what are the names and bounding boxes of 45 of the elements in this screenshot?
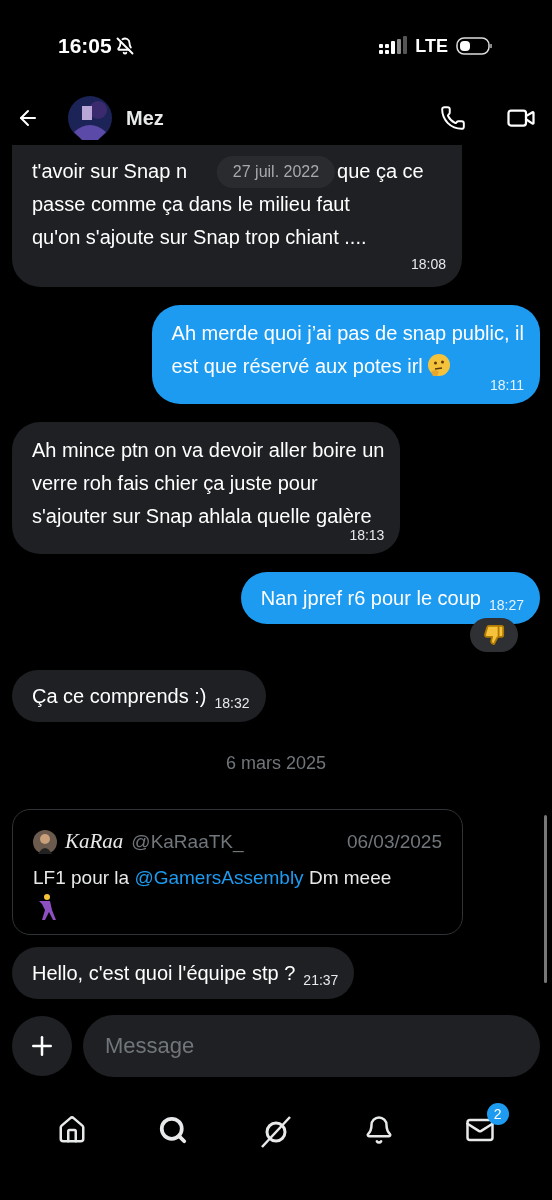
message-time: 18:27	[488, 596, 524, 615]
message-input[interactable]: Message	[83, 1015, 540, 1077]
message-time: 18:13	[349, 527, 385, 545]
message-text: passe comme ça dans le milieu faut qu'on s'ajoute sur Snap trop chiant ....	[32, 192, 368, 250]
thumbs-down-icon	[483, 624, 505, 646]
message-time: 18:11	[490, 376, 524, 395]
message-text: Ah merde quoi j’ai pas de snap public, il est que réservé aux potes irl	[171, 321, 524, 379]
network-label: LTE	[415, 34, 448, 58]
date-separator: 6 mars 2025	[225, 752, 327, 775]
message-time: 18:32	[214, 694, 250, 713]
dancer-icon	[37, 893, 57, 922]
post-date: 06/03/2025	[346, 829, 442, 854]
author-name: KaRaa	[65, 828, 124, 855]
message-time: 18:08	[410, 255, 446, 274]
avatar[interactable]	[68, 95, 112, 140]
message-text: t'avoir sur Snap n	[32, 159, 187, 184]
explore-tab[interactable]	[259, 1115, 293, 1149]
message-bubble[interactable]: Ça ce comprends :) 18:32	[12, 670, 266, 722]
author-avatar	[33, 829, 57, 854]
home-tab[interactable]	[57, 1115, 88, 1145]
add-button[interactable]	[12, 1016, 72, 1076]
message-bubble[interactable]: Ah mince ptn on va devoir aller boire un verre roh fais chier ça juste pour s'ajouter sur Snap ahlala quelle galère 18:13	[12, 422, 401, 554]
bell-off-icon	[115, 37, 134, 55]
author-handle: @KaRaaTK_	[131, 829, 244, 855]
phone-button[interactable]	[440, 104, 466, 131]
signal-icon	[379, 36, 408, 56]
message-text: Hello, c'est quoi l'équipe stp ?	[32, 960, 296, 986]
mention-link[interactable]: @GamersAssembly	[134, 866, 304, 888]
status-time: 16:05	[58, 33, 112, 60]
message-text: Ah mince ptn on va devoir aller boire un verre roh fais chier ça juste pour s'ajouter sur Snap ahlala quelle galère	[32, 438, 385, 529]
message-text: Nan jpref r6 pour le coup	[260, 586, 481, 611]
quoted-post-card[interactable]: KaRaa @KaRaaTK_ 06/03/2025 LF1 pour la @GamersAssembly Dm meee	[12, 809, 463, 935]
unread-badge: 2	[486, 1103, 509, 1125]
post-text: LF1 pour la @GamersAssembly Dm meee	[33, 865, 393, 890]
battery-icon	[456, 36, 494, 56]
contact-name[interactable]: Mez	[126, 102, 164, 133]
search-tab[interactable]	[158, 1115, 189, 1145]
thinking-face-icon	[426, 353, 451, 377]
date-pill: 27 juil. 2022	[216, 156, 336, 188]
message-text: que ça ce	[337, 159, 424, 184]
slashed-circle-icon	[259, 1115, 293, 1149]
message-time: 21:37	[303, 970, 339, 990]
message-text: Ça ce comprends :)	[32, 684, 207, 709]
message-bubble[interactable]: Hello, c'est quoi l'équipe stp ? 21:37	[12, 946, 355, 999]
reaction-badge[interactable]	[470, 618, 518, 652]
